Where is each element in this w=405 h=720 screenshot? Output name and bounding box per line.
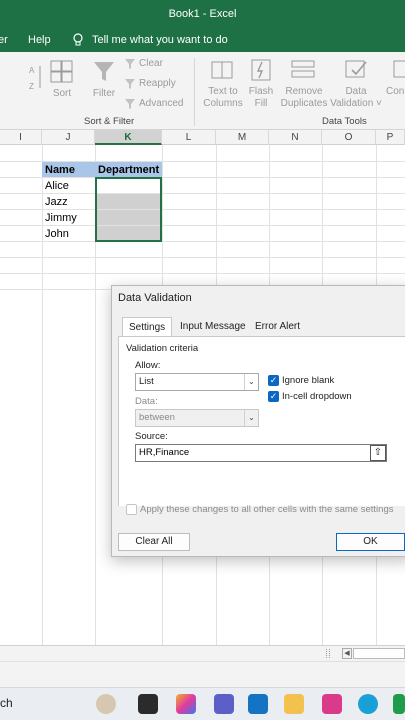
scroll-left-icon[interactable]: ◀	[342, 648, 352, 659]
sort-dialog-icon[interactable]	[50, 60, 74, 84]
consolidate-icon	[393, 60, 405, 78]
split-handle[interactable]	[326, 649, 330, 658]
selection-border	[95, 177, 162, 242]
sort-ascending-icon[interactable]: A Z	[28, 62, 44, 92]
ignore-blank-label: Ignore blank	[282, 375, 335, 386]
text-to-columns-icon	[211, 61, 233, 79]
file-explorer-icon[interactable]	[284, 694, 304, 714]
reapply-button[interactable]: Reapply	[139, 78, 176, 89]
cell-name[interactable]: Jazz	[42, 194, 95, 210]
excel-taskbar-icon[interactable]	[393, 694, 405, 714]
ribbon: A Z Sort Filter Clear Reapply Advanced S…	[0, 52, 405, 130]
tab-settings[interactable]: Settings	[122, 317, 173, 337]
validation-criteria-label: Validation criteria	[126, 343, 199, 354]
weather-avatar-icon[interactable]	[96, 694, 116, 714]
taskbar-search[interactable]: ch	[0, 696, 13, 710]
text-to-columns-button[interactable]: Text to Columns	[200, 86, 246, 110]
svg-text:Z: Z	[29, 82, 34, 91]
chevron-down-icon: ⌄	[244, 410, 258, 426]
ribbon-divider	[194, 58, 195, 126]
clear-all-button[interactable]: Clear All	[118, 533, 190, 551]
cell-name[interactable]: John	[42, 226, 95, 242]
advanced-button[interactable]: Advanced	[139, 98, 183, 109]
remove-duplicates-icon	[291, 60, 315, 78]
column-header-i[interactable]: I	[0, 130, 42, 145]
clear-filter-icon	[125, 59, 135, 69]
cell-department-header[interactable]: Department	[95, 162, 162, 177]
allow-dropdown[interactable]: List ⌄	[135, 373, 259, 391]
menu-bar: er Help Tell me what you want to do	[0, 30, 405, 52]
in-cell-dropdown-checkbox[interactable]: ✓	[268, 391, 279, 402]
reapply-icon	[125, 79, 135, 89]
advanced-filter-icon	[125, 99, 135, 109]
column-header-j[interactable]: J	[42, 130, 95, 145]
flash-fill-button[interactable]: Flash Fill	[248, 86, 274, 110]
tell-me-search[interactable]: Tell me what you want to do	[92, 34, 228, 46]
column-headers: I J K L M N O P	[0, 130, 405, 145]
copilot-icon[interactable]	[176, 694, 196, 714]
filter-button[interactable]: Filter	[88, 88, 120, 100]
column-header-o[interactable]: O	[322, 130, 376, 145]
consolidate-button[interactable]: Con	[386, 86, 405, 98]
source-input[interactable]: HR,Finance	[135, 444, 387, 462]
remove-duplicates-button[interactable]: Remove Duplicates	[278, 86, 330, 110]
ignore-blank-checkbox[interactable]: ✓	[268, 375, 279, 386]
column-header-p[interactable]: P	[376, 130, 405, 145]
taskbar: ch	[0, 687, 405, 720]
cell-name[interactable]: Alice	[42, 178, 95, 194]
dialog-title: Data Validation	[118, 292, 192, 304]
sort-filter-group-label: Sort & Filter	[84, 116, 135, 127]
chevron-down-icon: ⌄	[244, 374, 258, 390]
apply-all-label: Apply these changes to all other cells w…	[140, 504, 394, 515]
menu-item-partial[interactable]: er	[0, 34, 8, 46]
menu-item-help[interactable]: Help	[28, 34, 51, 46]
range-select-icon[interactable]: ⇧	[370, 445, 386, 461]
data-value: between	[139, 412, 175, 423]
edge-icon[interactable]	[358, 694, 378, 714]
column-header-n[interactable]: N	[269, 130, 322, 145]
scroll-track[interactable]	[353, 648, 405, 659]
data-validation-button[interactable]: Data Validation ˅	[328, 86, 384, 110]
svg-text:A: A	[29, 66, 35, 75]
apply-all-checkbox[interactable]	[126, 504, 137, 515]
cell-name-header[interactable]: Name	[42, 162, 95, 177]
store-icon[interactable]	[248, 694, 268, 714]
cell-name[interactable]: Jimmy	[42, 210, 95, 226]
lightbulb-icon	[73, 33, 83, 46]
flash-fill-icon	[251, 59, 271, 81]
data-tools-group-label: Data Tools	[322, 116, 367, 127]
data-validation-icon	[345, 60, 367, 78]
allow-value: List	[139, 376, 154, 387]
tab-error-alert[interactable]: Error Alert	[249, 317, 306, 337]
filter-icon[interactable]	[92, 60, 116, 84]
snipping-tool-icon[interactable]	[322, 694, 342, 714]
column-header-m[interactable]: M	[216, 130, 269, 145]
ok-button[interactable]: OK	[336, 533, 405, 551]
allow-label: Allow:	[135, 360, 161, 371]
tab-input-message[interactable]: Input Message	[174, 317, 252, 337]
window-title: Book1 - Excel	[168, 8, 237, 20]
status-bar	[0, 661, 405, 687]
task-view-icon[interactable]	[138, 694, 158, 714]
clear-button[interactable]: Clear	[139, 58, 163, 69]
column-header-k[interactable]: K	[95, 130, 162, 145]
teams-icon[interactable]	[214, 694, 234, 714]
title-bar: Book1 - Excel	[0, 0, 405, 30]
column-header-l[interactable]: L	[162, 130, 216, 145]
source-label: Source:	[135, 431, 168, 442]
data-dropdown: between ⌄	[135, 409, 259, 427]
in-cell-dropdown-label: In-cell dropdown	[282, 391, 352, 402]
sort-button[interactable]: Sort	[50, 88, 74, 100]
data-label: Data:	[135, 396, 158, 407]
horizontal-scrollbar[interactable]: ◀	[0, 645, 405, 661]
